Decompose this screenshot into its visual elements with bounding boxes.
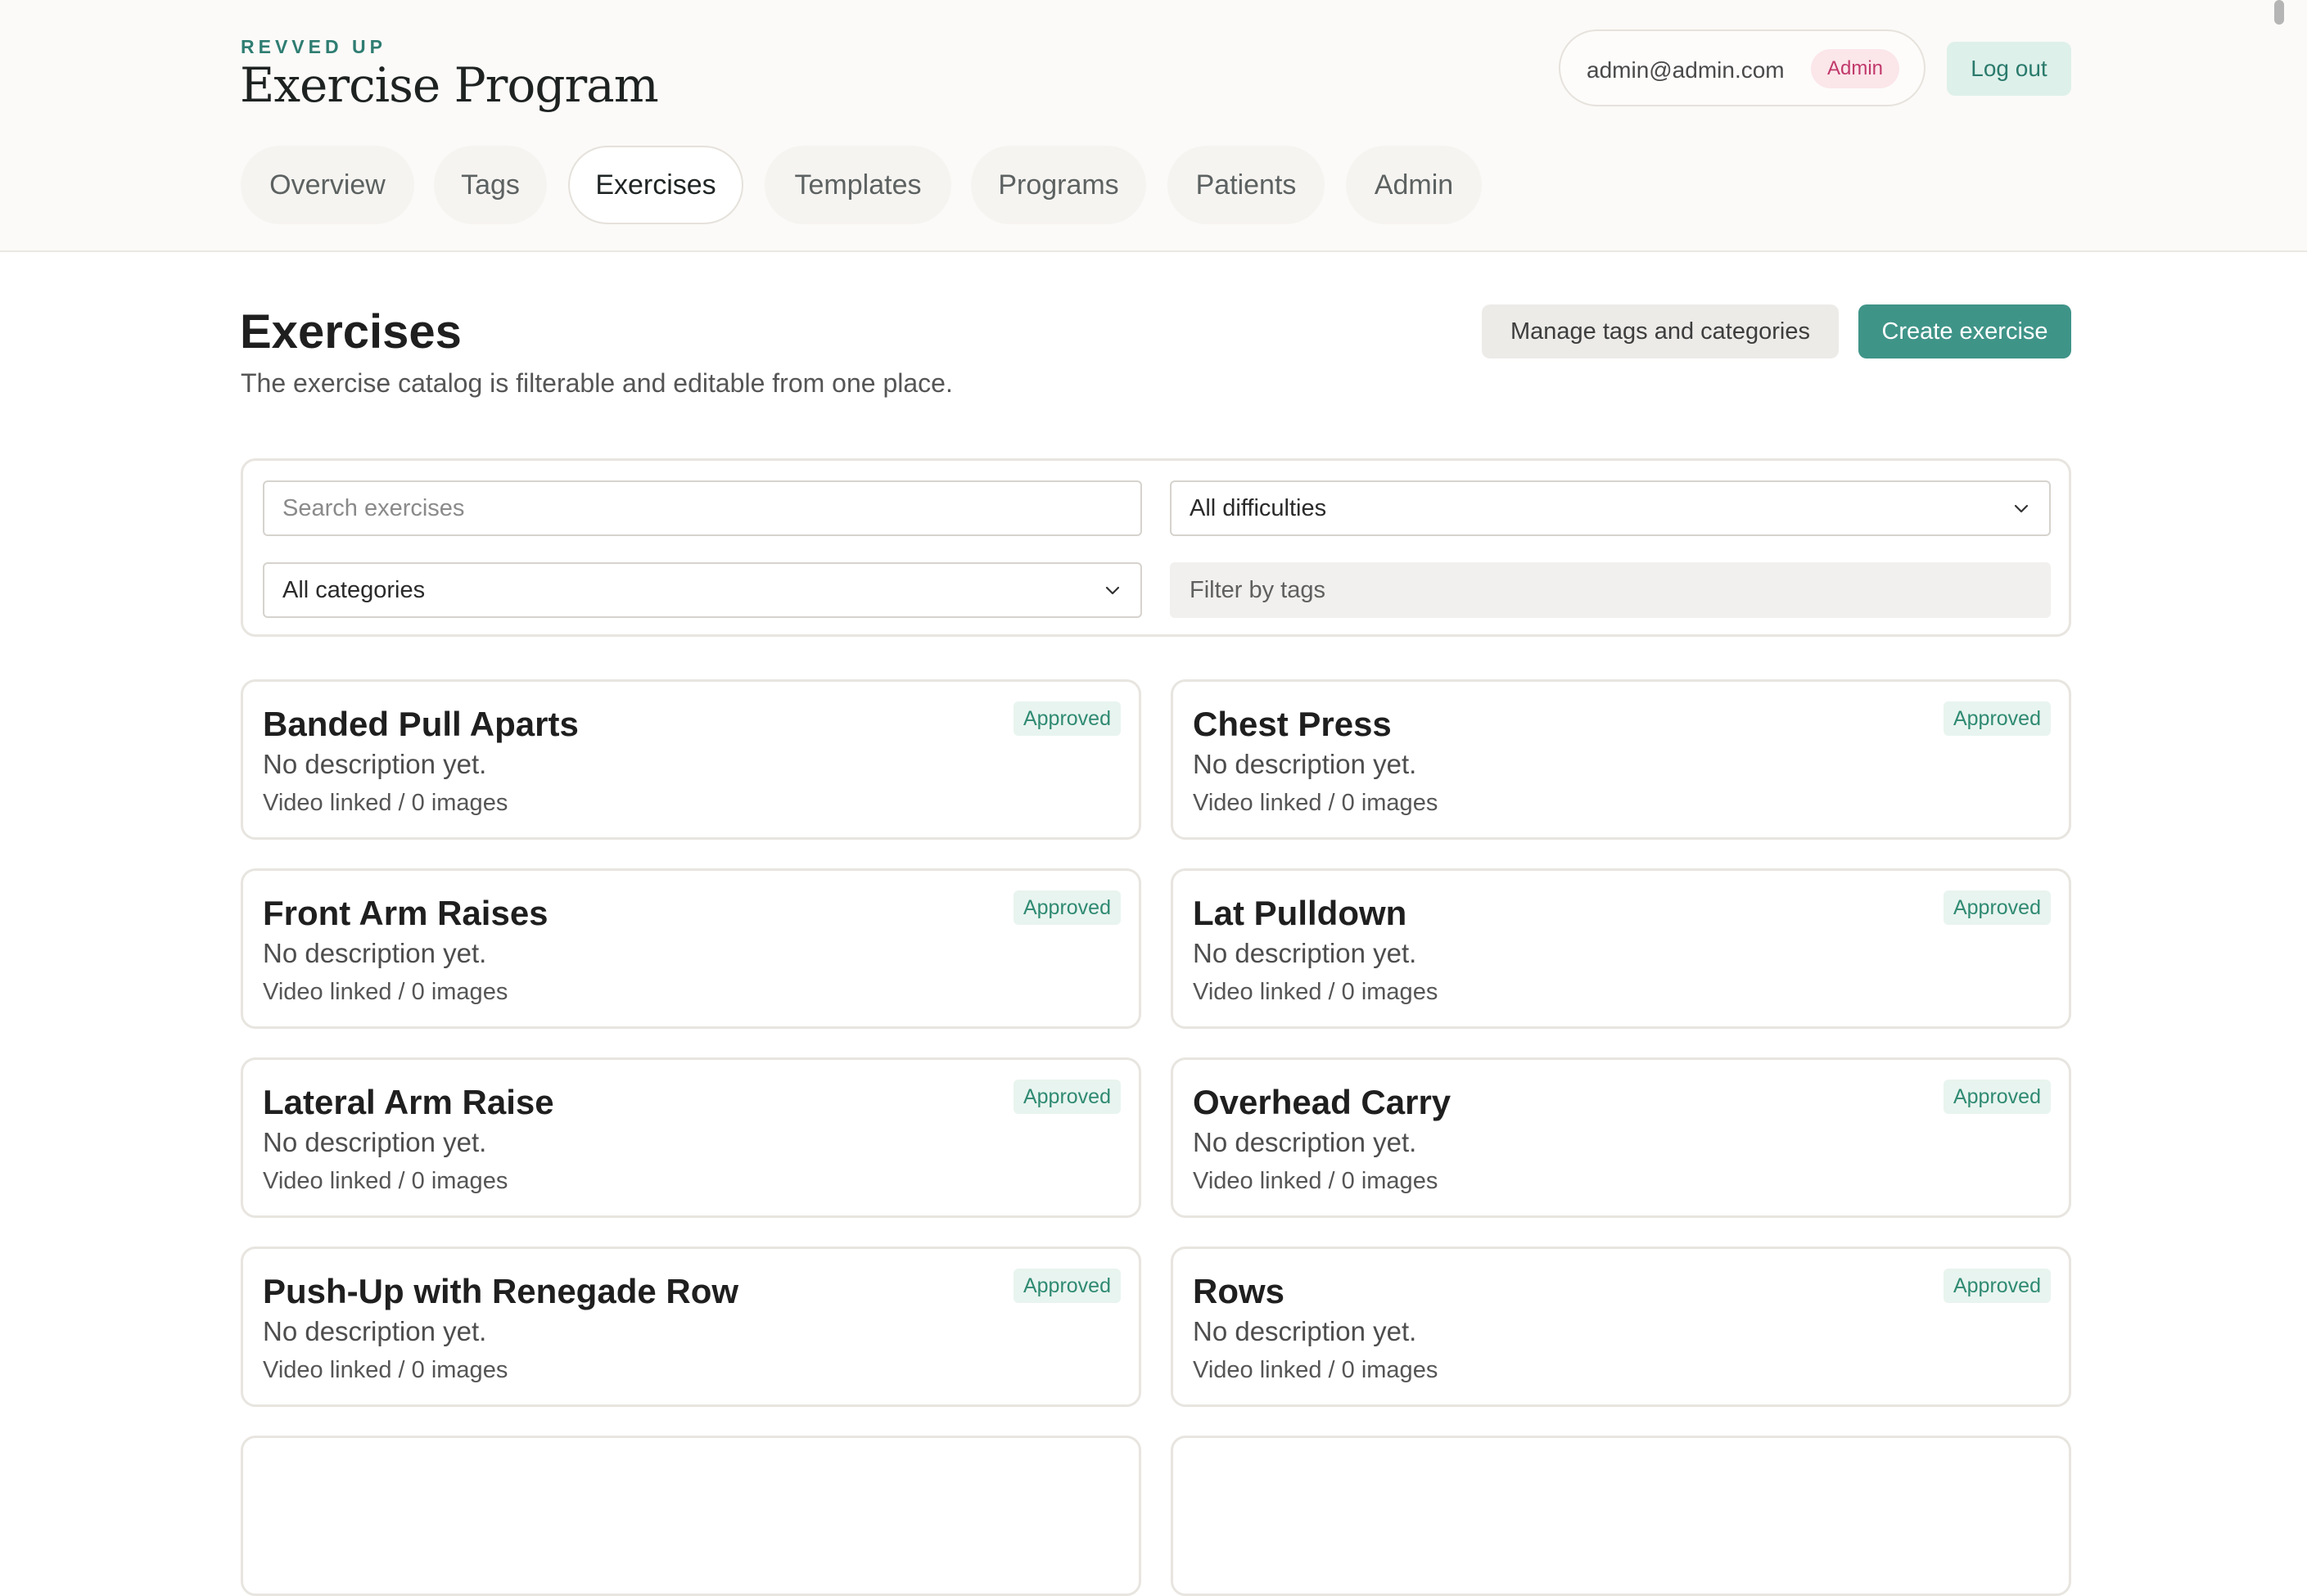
difficulty-select[interactable]: All difficulties [1170,480,2051,536]
manage-tags-button[interactable]: Manage tags and categories [1482,304,1839,358]
exercise-description: No description yet. [1193,1127,1417,1157]
tab-admin[interactable]: Admin [1346,146,1482,224]
category-select[interactable]: All categories [263,562,1142,618]
top-bar: REVVED UP Exercise Program admin@admin.c… [0,0,2307,252]
exercise-description: No description yet. [1193,749,1417,779]
search-field [263,480,1142,536]
exercise-card[interactable]: Front Arm Raises No description yet. Vid… [241,868,1141,1029]
tab-programs[interactable]: Programs [971,146,1146,224]
exercise-description: No description yet. [1193,1316,1417,1346]
create-exercise-button[interactable]: Create exercise [1858,304,2071,358]
status-badge: Approved [1943,701,2051,736]
filter-panel: All difficulties All categories Filter b… [241,458,2071,637]
exercise-card[interactable] [1171,1436,2071,1596]
exercise-media-meta: Video linked / 0 images [1193,1168,1438,1194]
difficulty-select-value: All difficulties [1190,495,1327,521]
search-input[interactable] [282,484,1117,534]
role-badge: Admin [1811,49,1899,88]
tags-filter[interactable]: Filter by tags [1170,562,2051,618]
tab-exercises[interactable]: Exercises [568,146,743,224]
exercise-description: No description yet. [1193,938,1417,968]
exercise-card[interactable]: Rows No description yet. Video linked / … [1171,1247,2071,1407]
exercise-media-meta: Video linked / 0 images [263,1357,508,1383]
page-title: Exercises [240,305,462,358]
logout-button[interactable]: Log out [1947,42,2071,96]
exercise-name: Front Arm Raises [263,894,549,932]
exercise-media-meta: Video linked / 0 images [1193,790,1438,816]
tab-tags[interactable]: Tags [434,146,547,224]
tags-filter-placeholder: Filter by tags [1190,577,1325,603]
exercise-card[interactable]: Lateral Arm Raise No description yet. Vi… [241,1057,1141,1218]
chevron-down-icon [1105,586,1120,595]
brand-kicker: REVVED UP [241,36,386,57]
status-badge: Approved [1943,1080,2051,1114]
exercise-card[interactable]: Banded Pull Aparts No description yet. V… [241,679,1141,840]
exercise-card[interactable]: Push-Up with Renegade Row No description… [241,1247,1141,1407]
exercise-name: Lat Pulldown [1193,894,1407,932]
exercise-description: No description yet. [263,1316,487,1346]
exercise-name: Lateral Arm Raise [263,1083,554,1121]
exercise-card[interactable]: Overhead Carry No description yet. Video… [1171,1057,2071,1218]
exercise-name: Overhead Carry [1193,1083,1451,1121]
exercise-name: Push-Up with Renegade Row [263,1272,739,1310]
user-pill: admin@admin.com Admin [1559,29,1926,106]
exercise-media-meta: Video linked / 0 images [263,790,508,816]
tab-templates[interactable]: Templates [765,146,951,224]
page-subtitle: The exercise catalog is filterable and e… [241,368,953,398]
user-email: admin@admin.com [1587,57,1785,83]
tab-patients[interactable]: Patients [1167,146,1325,224]
exercise-description: No description yet. [263,749,487,779]
chevron-down-icon [2014,504,2029,513]
status-badge: Approved [1943,1269,2051,1303]
status-badge: Approved [1013,701,1121,736]
status-badge: Approved [1013,1080,1121,1114]
status-badge: Approved [1943,890,2051,925]
status-badge: Approved [1013,890,1121,925]
exercise-card[interactable]: Chest Press No description yet. Video li… [1171,679,2071,840]
exercise-card[interactable]: Lat Pulldown No description yet. Video l… [1171,868,2071,1029]
exercise-name: Banded Pull Aparts [263,705,579,743]
exercise-media-meta: Video linked / 0 images [263,1168,508,1194]
exercise-media-meta: Video linked / 0 images [263,979,508,1005]
category-select-value: All categories [282,577,426,603]
status-badge: Approved [1013,1269,1121,1303]
exercise-media-meta: Video linked / 0 images [1193,1357,1438,1383]
app-title: Exercise Program [240,57,659,113]
exercise-description: No description yet. [263,938,487,968]
tab-overview[interactable]: Overview [241,146,414,224]
scrollbar-thumb[interactable] [2274,0,2284,25]
exercise-media-meta: Video linked / 0 images [1193,979,1438,1005]
exercise-card[interactable] [241,1436,1141,1596]
exercise-name: Chest Press [1193,705,1392,743]
exercise-description: No description yet. [263,1127,487,1157]
exercise-name: Rows [1193,1272,1285,1310]
